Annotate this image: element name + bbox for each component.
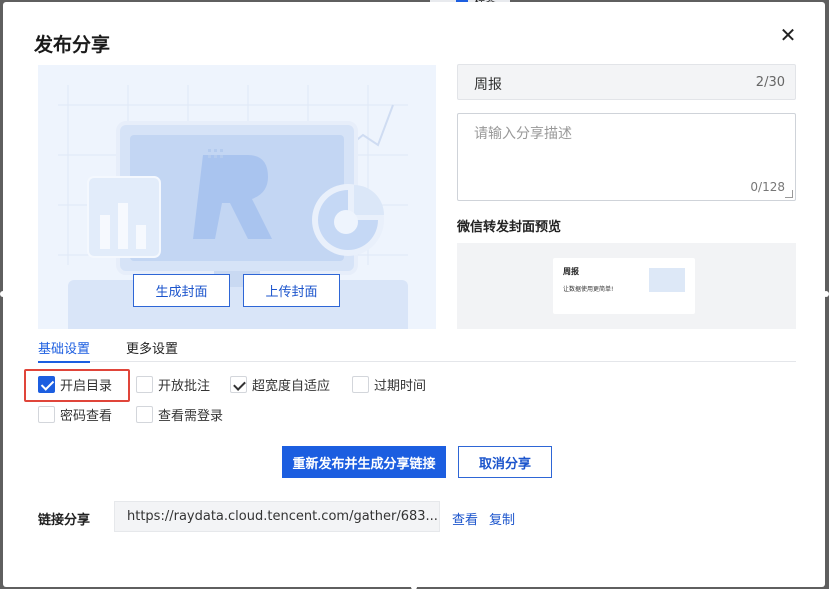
share-link-url: https://raydata.cloud.tencent.com/gather… bbox=[127, 509, 438, 524]
option-enable-toc[interactable]: 开启目录 bbox=[38, 374, 112, 394]
option-open-comments[interactable]: 开放批注 bbox=[136, 374, 210, 394]
checkbox-icon[interactable] bbox=[38, 405, 55, 423]
checkbox-icon[interactable] bbox=[352, 375, 369, 393]
tab-basic-settings[interactable]: 基础设置 bbox=[38, 338, 91, 363]
checkbox-icon[interactable] bbox=[136, 405, 153, 423]
share-description-placeholder: 请输入分享描述 bbox=[474, 126, 572, 142]
share-description-count: 0/128 bbox=[750, 180, 785, 194]
option-label: 查看需登录 bbox=[158, 408, 224, 424]
view-link[interactable]: 查看 bbox=[452, 509, 478, 528]
publish-share-dialog: 发布分享 ✕ 生成封面 上传封面 周报 2/30 请输入分享描述 0/128 微… bbox=[3, 2, 825, 587]
option-password-view[interactable]: 密码查看 bbox=[38, 404, 112, 424]
checkbox-icon[interactable] bbox=[136, 375, 153, 393]
option-label: 过期时间 bbox=[374, 378, 427, 394]
generate-cover-button[interactable]: 生成封面 bbox=[133, 274, 230, 307]
link-share-label: 链接分享 bbox=[38, 513, 91, 528]
upload-cover-button[interactable]: 上传封面 bbox=[243, 274, 340, 307]
option-label: 密码查看 bbox=[60, 408, 113, 424]
wechat-preview-label: 微信转发封面预览 bbox=[457, 220, 562, 235]
share-link-field[interactable]: https://raydata.cloud.tencent.com/gather… bbox=[114, 501, 440, 532]
close-icon[interactable]: ✕ bbox=[777, 24, 799, 46]
wechat-preview: 周报 让数据使用更简单! bbox=[457, 243, 796, 329]
checkbox-tick-icon[interactable] bbox=[230, 375, 247, 393]
dialog-title: 发布分享 bbox=[34, 34, 111, 56]
share-title-input[interactable]: 周报 2/30 bbox=[457, 64, 796, 100]
wechat-card-thumbnail bbox=[649, 268, 685, 292]
option-label: 超宽度自适应 bbox=[252, 378, 331, 394]
wechat-card: 周报 让数据使用更简单! bbox=[553, 258, 695, 314]
option-expire-time[interactable]: 过期时间 bbox=[352, 374, 426, 394]
cover-illustration bbox=[58, 85, 408, 329]
option-login-required[interactable]: 查看需登录 bbox=[136, 404, 223, 424]
option-wide-adapt[interactable]: 超宽度自适应 bbox=[230, 374, 330, 394]
tab-more-settings[interactable]: 更多设置 bbox=[126, 338, 178, 357]
republish-button[interactable]: 重新发布并生成分享链接 bbox=[282, 446, 446, 478]
cover-image: 生成封面 上传封面 bbox=[38, 65, 436, 329]
wechat-card-title: 周报 bbox=[563, 267, 579, 276]
share-description-textarea[interactable]: 请输入分享描述 0/128 bbox=[457, 113, 796, 201]
option-label: 开放批注 bbox=[158, 378, 211, 394]
wechat-card-desc: 让数据使用更简单! bbox=[563, 286, 614, 293]
settings-tabs: 基础设置 更多设置 bbox=[38, 338, 796, 363]
option-label: 开启目录 bbox=[60, 378, 113, 394]
copy-link[interactable]: 复制 bbox=[489, 509, 515, 528]
resize-grip-icon[interactable] bbox=[785, 190, 793, 198]
checkbox-checked-icon[interactable] bbox=[38, 375, 55, 393]
cancel-share-button[interactable]: 取消分享 bbox=[458, 446, 552, 478]
share-title-value: 周报 bbox=[474, 77, 502, 93]
share-title-count: 2/30 bbox=[755, 75, 785, 90]
